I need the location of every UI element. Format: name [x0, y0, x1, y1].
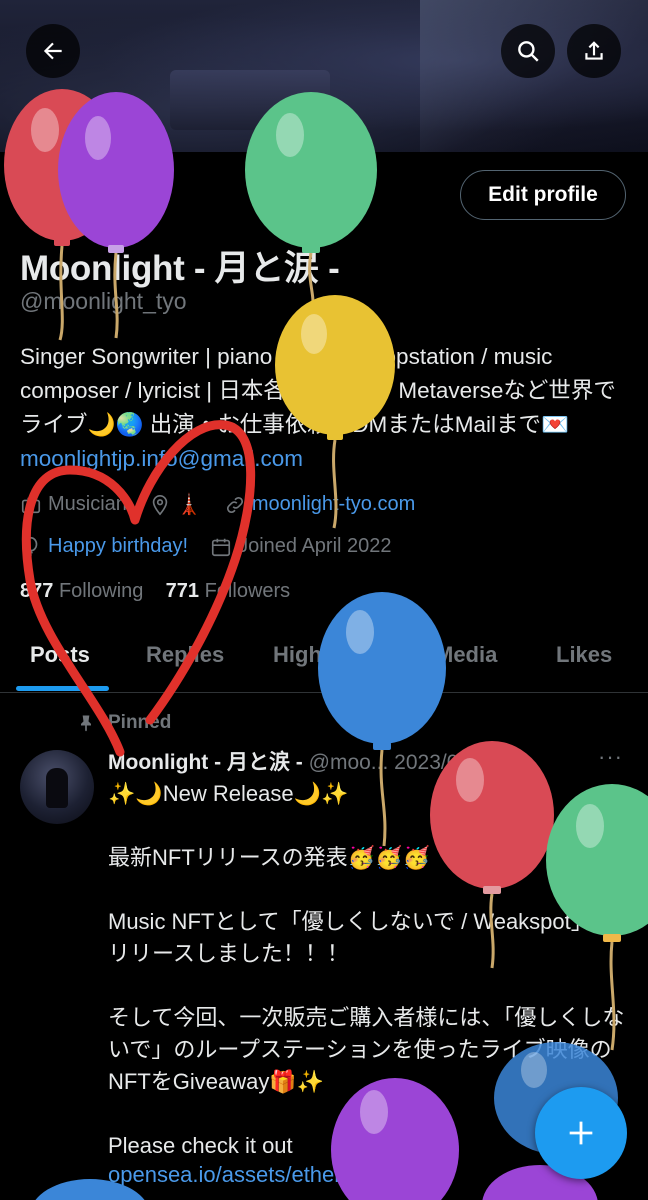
- edit-profile-button[interactable]: Edit profile: [460, 170, 626, 220]
- profile-tabs: Posts Replies Highlights Media Likes: [0, 630, 648, 693]
- post-author-avatar[interactable]: [20, 750, 94, 824]
- tab-highlights[interactable]: Highlights: [273, 642, 381, 668]
- post-date[interactable]: 2023/08/15: [394, 751, 499, 774]
- profile-display-name: Moonlight - 月と涙 -: [20, 249, 340, 288]
- profile-stats: 877 Following 771 Followers: [20, 580, 290, 603]
- share-icon: [585, 41, 603, 60]
- profile-handle: @moonlight_tyo: [20, 288, 187, 314]
- link-icon: [224, 494, 246, 516]
- profile-location: 🗼: [176, 494, 202, 516]
- bio-text: Singer Songwriter | piano / guitar / loo…: [20, 344, 616, 437]
- post-author-name[interactable]: Moonlight - 月と涙 -: [108, 751, 303, 774]
- search-button[interactable]: [501, 24, 555, 78]
- following-label: Following: [58, 580, 144, 602]
- tab-media[interactable]: Media: [435, 642, 497, 668]
- pinned-indicator: Pinned: [76, 712, 171, 734]
- profile-website-link[interactable]: moonlight-tyo.com: [252, 493, 415, 516]
- profile-bio: Singer Songwriter | piano / guitar / loo…: [20, 340, 632, 476]
- followers-link[interactable]: 771 Followers: [166, 580, 291, 602]
- avatar-figure-shape: [46, 768, 68, 808]
- briefcase-icon: [20, 494, 42, 516]
- arrow-left-icon: [43, 42, 62, 60]
- calendar-icon: [210, 536, 232, 558]
- pinned-label: Pinned: [108, 712, 172, 733]
- post-link[interactable]: opensea.io/assets/ethereu...: [108, 1162, 384, 1188]
- followers-label: Followers: [204, 580, 291, 602]
- post-author-handle[interactable]: @moo...: [309, 751, 389, 774]
- search-icon: [518, 41, 539, 62]
- back-button[interactable]: [26, 24, 80, 78]
- tab-replies[interactable]: Replies: [146, 642, 224, 668]
- profile-joined-date: Joined April 2022: [238, 535, 392, 557]
- tab-likes[interactable]: Likes: [556, 642, 612, 668]
- active-tab-indicator: [16, 686, 109, 691]
- pin-icon: [76, 713, 96, 733]
- profile-birthday: Happy birthday!: [48, 535, 189, 557]
- following-link[interactable]: 877 Following: [20, 580, 143, 602]
- share-button[interactable]: [567, 24, 621, 78]
- plus-icon: [569, 1121, 593, 1145]
- profile-banner[interactable]: [0, 0, 648, 152]
- location-pin-icon: [149, 494, 171, 516]
- profile-meta-row-1: Musician 🗼 moonlight-tyo.com: [20, 492, 415, 517]
- post-more-button[interactable]: ···: [598, 744, 623, 770]
- compose-button[interactable]: [535, 1087, 627, 1179]
- banner-equipment-shape: [170, 70, 330, 130]
- tab-posts[interactable]: Posts: [30, 642, 90, 668]
- followers-count: 771: [165, 580, 200, 602]
- bio-email-link[interactable]: moonlightjp.info@gmail.com: [20, 446, 303, 471]
- following-count: 877: [20, 580, 54, 602]
- profile-meta-row-2: Happy birthday! Joined April 2022: [20, 535, 392, 558]
- profile-category: Musician: [48, 493, 127, 515]
- balloon-icon: [20, 536, 42, 558]
- post-header: Moonlight - 月と涙 - @moo... 2023/08/15: [108, 746, 499, 776]
